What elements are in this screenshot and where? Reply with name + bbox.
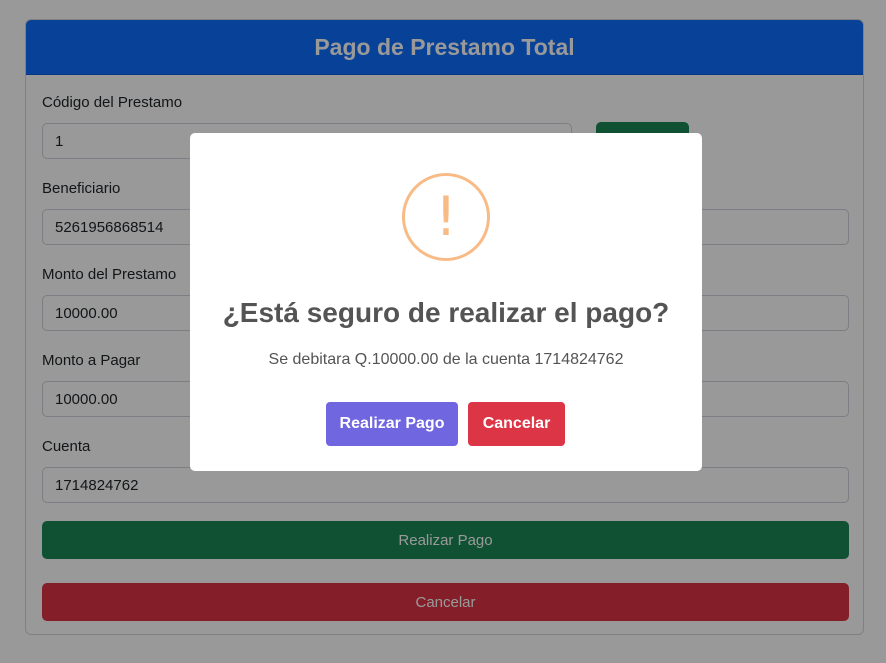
dialog-message: Se debitara Q.10000.00 de la cuenta 1714… xyxy=(268,351,624,368)
confirm-payment-button[interactable]: Realizar Pago xyxy=(326,402,458,446)
page: Pago de Prestamo Total Código del Presta… xyxy=(0,0,886,663)
confirm-dialog: ! ¿Está seguro de realizar el pago? Se d… xyxy=(190,133,702,471)
dialog-cancel-button[interactable]: Cancelar xyxy=(468,402,565,446)
dialog-title: ¿Está seguro de realizar el pago? xyxy=(222,297,670,328)
warning-icon: ! xyxy=(402,173,490,261)
